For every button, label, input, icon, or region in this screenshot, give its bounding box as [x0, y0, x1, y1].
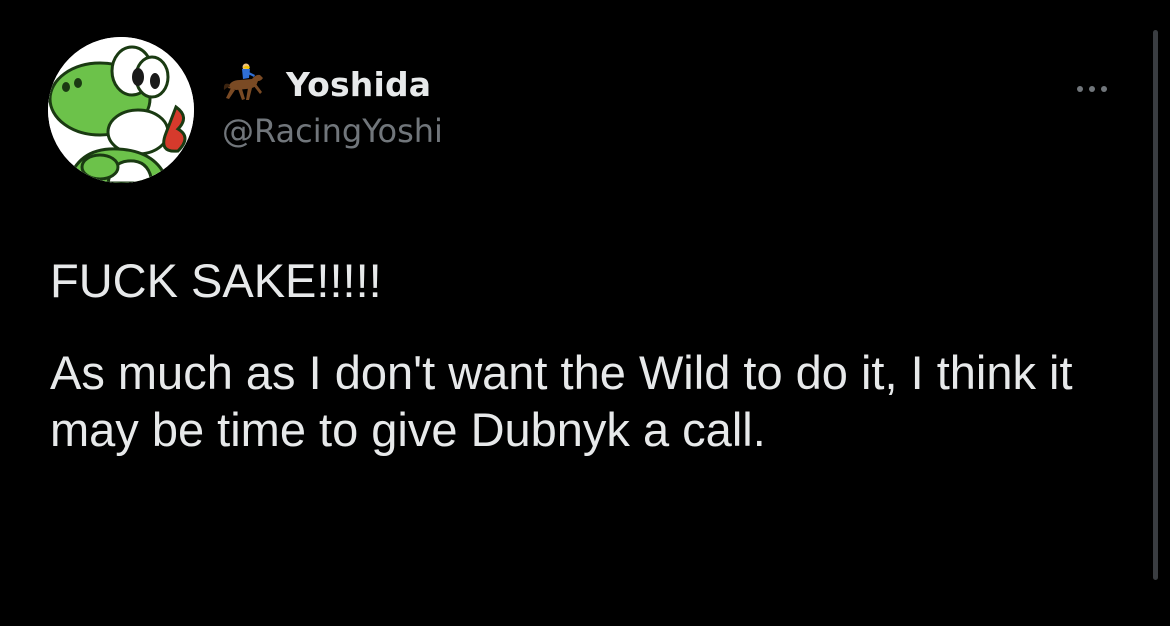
avatar[interactable] — [48, 37, 194, 183]
more-options-icon — [1101, 86, 1107, 92]
tweet-paragraph: FUCK SAKE!!!!! — [50, 254, 382, 307]
display-name[interactable]: Yoshida — [286, 65, 431, 104]
horse-racing-emoji-icon — [223, 63, 263, 100]
more-options-icon — [1089, 86, 1095, 92]
name-row: Yoshida — [222, 62, 443, 106]
tweet-card: Yoshida @RacingYoshi FUCK SAKE!!!!! As m… — [0, 0, 1170, 626]
more-options-button[interactable] — [1062, 78, 1122, 100]
yoshi-avatar-icon — [48, 37, 194, 183]
more-options-icon — [1077, 86, 1083, 92]
tweet-header: Yoshida @RacingYoshi — [222, 62, 443, 150]
tweet-paragraph: As much as I don't want the Wild to do i… — [50, 346, 1073, 456]
user-handle[interactable]: @RacingYoshi — [222, 112, 443, 150]
tweet-text: FUCK SAKE!!!!! As much as I don't want t… — [50, 252, 1130, 458]
scrollbar[interactable] — [1153, 30, 1158, 580]
